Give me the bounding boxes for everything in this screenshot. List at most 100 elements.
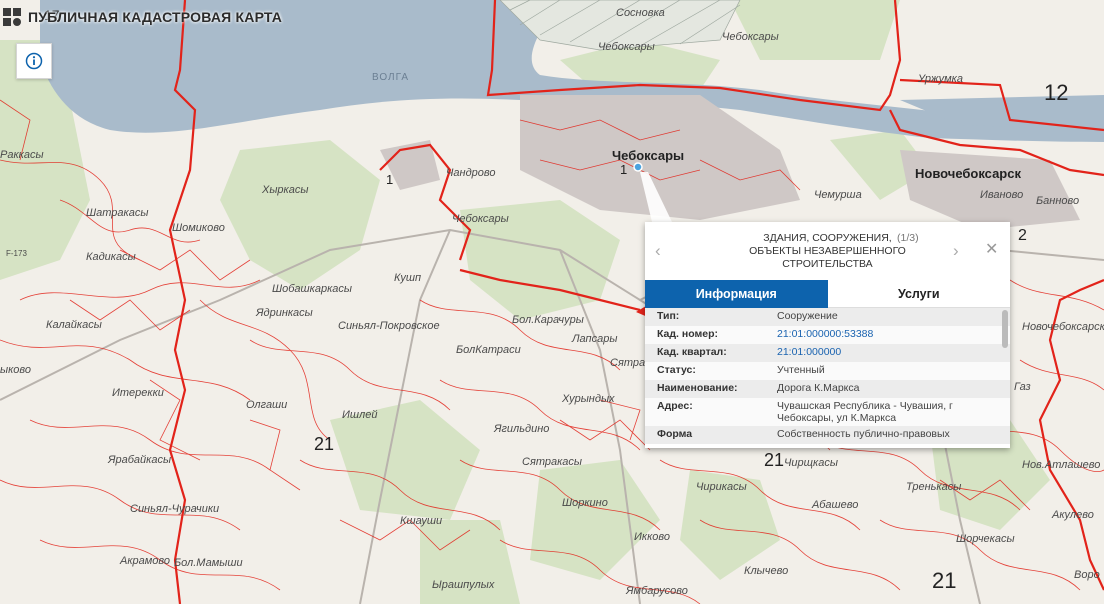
place-khyrkasy: Хыркасы (261, 184, 308, 196)
place-shatrakasy: Шатракасы (86, 207, 148, 219)
place-olgashi: Олгаши (246, 399, 287, 411)
info-label: Тип: (657, 310, 680, 322)
district-number-21-c: 21 (932, 568, 956, 593)
place-yagildino: Ягильдино (493, 423, 549, 435)
info-row-cadastral-number: Кад. номер: 21:01:000000:53388 (645, 326, 1010, 344)
place-bannovo: Банново (1036, 195, 1079, 207)
place-shomikovo: Шомиково (172, 222, 225, 234)
place-cheboksary-n2: Чебоксары (722, 31, 779, 43)
place-bolkatrasi: БолКатраси (456, 344, 521, 356)
info-value: Учтенный (777, 364, 825, 376)
district-number-1-b: 1 (620, 162, 627, 177)
info-table[interactable]: Тип: Сооружение Кад. номер: 21:01:000000… (645, 308, 1010, 448)
place-shorkino: Шоркино (562, 497, 608, 509)
place-syatrakasy: Сятракасы (522, 456, 582, 468)
chevron-left-icon[interactable]: ‹ (655, 241, 661, 261)
selected-object-marker (633, 162, 643, 172)
place-sosnovka: Сосновка (616, 7, 665, 19)
chevron-right-icon[interactable]: › (953, 241, 959, 261)
place-klyuchevo: Клычево (744, 565, 788, 577)
place-novocheboksarsk-e: Новочебоксарск (1022, 321, 1104, 333)
place-gaz: Газ (1014, 381, 1031, 393)
place-kushi: Кушп (394, 272, 421, 284)
place-yarabaikasy: Ярабайкасы (107, 454, 171, 466)
place-rakkasy: Раккасы (0, 149, 44, 161)
popup-counter: (1/3) (897, 232, 919, 244)
place-novocheboksarsk: Новочебоксарск (915, 166, 1021, 181)
cadastral-number-link[interactable]: 21:01:000000:53388 (765, 326, 1010, 342)
place-ivanovo: Иваново (980, 189, 1023, 201)
place-trenkasy: Тренькасы (906, 481, 961, 493)
info-icon (25, 52, 43, 70)
place-ikkovo: Икково (634, 531, 670, 543)
place-lapsary: Лапсары (571, 333, 617, 345)
info-label: Наименование: (657, 382, 738, 394)
info-value: Собственность публично-правовых (777, 428, 950, 440)
place-bol-mamyshi: Бол.Мамыши (174, 557, 243, 569)
district-number-12: 12 (1044, 80, 1068, 105)
tab-information[interactable]: Информация (645, 280, 828, 308)
info-label: Адрес: (657, 400, 693, 412)
info-label: Кад. номер: (657, 328, 719, 340)
info-row-address: Адрес: Чувашская Республика - Чувашия, г… (645, 398, 1010, 426)
info-value: Сооружение (777, 310, 838, 322)
district-number-2: 2 (1018, 227, 1027, 244)
place-yamburosovo: Ямбарусово (625, 585, 688, 597)
tab-services[interactable]: Услуги (827, 280, 1010, 308)
rosreestr-logo-icon (3, 8, 21, 26)
info-label: Форма (657, 428, 693, 440)
info-value: Дорога К.Маркса (777, 382, 860, 394)
place-ikovo-w: ыково (0, 364, 31, 376)
info-label: Кад. квартал: (657, 346, 727, 358)
place-chirikasy: Чирикасы (696, 481, 747, 493)
place-akulevo: Акулево (1051, 509, 1094, 521)
place-voro: Воро (1074, 569, 1100, 581)
info-row-type: Тип: Сооружение (645, 308, 1010, 326)
place-ishlei: Ишлей (342, 409, 377, 421)
place-cheboksary-main: Чебоксары (612, 148, 684, 163)
place-akramovo: Акрамово (119, 555, 170, 567)
popup-scrollbar[interactable] (1002, 310, 1008, 348)
info-row-status: Статус: Учтенный (645, 362, 1010, 380)
place-khuryndykh: Хурындых (561, 393, 615, 405)
info-value: Чувашская Республика - Чувашия, г Чебокс… (777, 400, 953, 424)
place-uzhumka: Уржумка (917, 73, 963, 85)
river-label-volga: ВОЛГА (372, 72, 409, 83)
close-icon[interactable]: ✕ (985, 239, 998, 259)
info-label: Статус: (657, 364, 696, 376)
app-header: ПУБЛИЧНАЯ КАДАСТРОВАЯ КАРТА (0, 0, 282, 34)
district-number-21-b: 21 (764, 450, 784, 470)
place-sinyal-churachiki: Синьял-Чурачики (130, 503, 219, 515)
place-kshaushi: Кшауши (400, 515, 442, 527)
place-kadikasy: Кадикасы (86, 251, 136, 263)
place-yadrinkasy: Ядринкасы (255, 307, 313, 319)
place-shorchekasy: Шорчекасы (956, 533, 1015, 545)
place-syatra: Сятра (610, 357, 645, 369)
district-number-1-a: 1 (386, 172, 393, 187)
info-row-name: Наименование: Дорога К.Маркса (645, 380, 1010, 398)
popup-title: ЗДАНИЯ, СООРУЖЕНИЯ, ОБЪЕКТЫ НЕЗАВЕРШЕННО… (749, 231, 906, 270)
place-yrashpulykh: Ырашпулых (432, 579, 495, 591)
place-shobashkarkasy: Шобашкаркасы (272, 283, 352, 295)
place-cheboksary-n1: Чебоксары (598, 41, 655, 53)
place-abashevo: Абашево (811, 499, 858, 511)
info-row-form: Форма Собственность публично-правовых (645, 426, 1010, 444)
place-chemursha: Чемурша (814, 189, 862, 201)
place-chirshkasy: Чирщкасы (784, 457, 838, 469)
object-info-popup: ‹ ЗДАНИЯ, СООРУЖЕНИЯ, ОБЪЕКТЫ НЕЗАВЕРШЕН… (645, 222, 1010, 448)
district-number-21-a: 21 (314, 434, 334, 454)
info-row-cadastral-quarter: Кад. квартал: 21:01:000000 (645, 344, 1010, 362)
place-kalaikasy: Калайкасы (46, 319, 102, 331)
app-title: ПУБЛИЧНАЯ КАДАСТРОВАЯ КАРТА (28, 9, 283, 25)
popup-tabs: Информация Услуги (645, 280, 1010, 308)
place-bol-karachury: Бол.Карачуры (512, 314, 584, 326)
info-button[interactable] (16, 43, 52, 79)
place-chandrovo: Чандрово (446, 167, 496, 179)
popup-header: ‹ ЗДАНИЯ, СООРУЖЕНИЯ, ОБЪЕКТЫ НЕЗАВЕРШЕН… (645, 222, 1010, 280)
place-cheboksary-w: Чебоксары (452, 213, 509, 225)
road-label-f173: F-173 (6, 249, 27, 258)
place-sinyal-pokrovskoe: Синьял-Покровское (338, 320, 440, 332)
place-nov-atlashevo: Нов.Атлашево (1022, 459, 1100, 471)
cadastral-quarter-link[interactable]: 21:01:000000 (765, 344, 1010, 360)
place-itereki: Итерекки (112, 387, 164, 399)
